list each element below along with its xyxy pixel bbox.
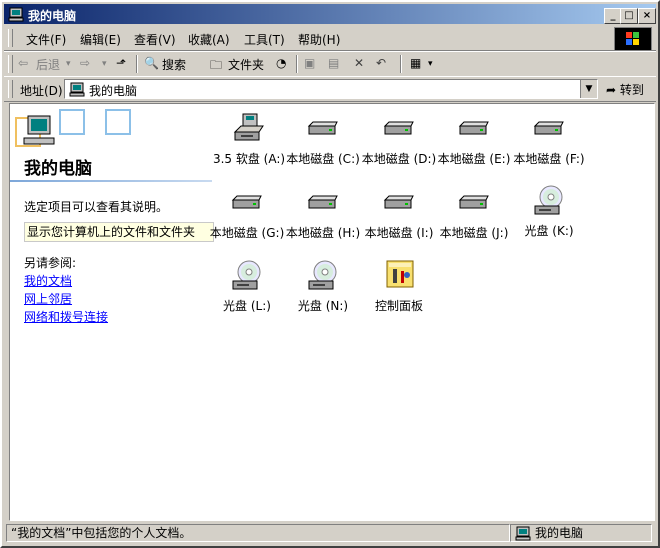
search-button[interactable]: 搜索 [162,56,186,73]
maximize-button[interactable]: □ [620,8,638,24]
views-dropdown-icon[interactable]: ▾ [428,59,433,69]
item-label: 本地磁盘 (F:) [513,152,585,166]
address-dropdown-button[interactable]: ▼ [580,80,597,98]
title-bar[interactable]: 我的电脑 _ □ × [4,4,656,24]
folders-button[interactable]: 文件夹 [228,56,264,73]
status-message: “我的文档”中包括您的个人文档。 [6,524,510,542]
window: 我的电脑 _ □ × 文件(F) 编辑(E) 查看(V) 收藏(A) 工具(T)… [0,0,660,548]
back-dropdown-icon[interactable]: ▾ [66,59,71,69]
search-icon[interactable]: 🔍 [144,56,159,70]
back-button[interactable]: 后退 [36,56,60,73]
computer-icon [8,7,24,22]
menu-tools[interactable]: 工具(T) [244,31,285,48]
go-arrow-icon: ➦ [606,83,617,97]
menu-edit[interactable]: 编辑(E) [80,31,121,48]
menu-grip[interactable] [8,29,13,47]
close-button[interactable]: × [638,8,656,24]
toolbar-separator [136,55,138,73]
content-area: 我的电脑 选定项目可以查看其说明。 显示您计算机上的文件和文件夹 另请参阅: 我… [9,103,655,521]
hard-drive-icon [307,121,338,135]
forward-arrow-icon[interactable]: ⇨ [80,56,90,70]
pane-title: 我的电脑 [24,159,92,179]
item-label: 光盘 (K:) [524,224,574,238]
control-panel[interactable]: 控制面板 [353,259,445,319]
back-arrow-icon[interactable]: ⇦ [18,56,28,70]
cd-drive-icon [534,185,563,215]
up-folder-icon[interactable]: ⬏ [116,56,126,70]
status-zone-label: 我的电脑 [535,526,584,540]
drive-k[interactable]: 光盘 (K:) [503,184,595,244]
window-title: 我的电脑 [28,9,77,23]
floppy-drive-icon [233,113,264,141]
windows-logo-icon [614,27,652,51]
forward-dropdown-icon[interactable]: ▾ [102,59,107,69]
hard-drive-icon [458,195,489,209]
address-label: 地址(D) [20,84,63,98]
see-also-label: 另请参阅: [24,256,77,270]
drive-f[interactable]: 本地磁盘 (F:) [503,112,595,172]
go-label: 转到 [619,83,644,97]
toolbar-separator [400,55,402,73]
my-computer-banner-icon [15,109,131,147]
standard-toolbar: ⇦ 后退 ▾ ⇨ ▾ ⬏ 🔍 搜索 🗀 文件夹 ◔ ▣ ▤ ✕ ↶ ▦ ▾ [4,51,656,77]
info-pane: 我的电脑 选定项目可以查看其说明。 显示您计算机上的文件和文件夹 另请参阅: 我… [10,104,215,520]
control-panel-icon [386,260,414,288]
link-dialup-connections[interactable]: 网络和拨号连接 [24,308,108,325]
menu-help[interactable]: 帮助(H) [298,31,340,48]
menu-file[interactable]: 文件(F) [26,31,66,48]
menu-bar: 文件(F) 编辑(E) 查看(V) 收藏(A) 工具(T) 帮助(H) [4,26,656,51]
hard-drive-icon [458,121,489,135]
address-value: 我的电脑 [89,84,138,98]
computer-icon [69,82,85,97]
toolbar-separator [296,55,298,73]
move-to-icon[interactable]: ▣ [304,56,315,70]
cd-drive-icon [232,260,261,290]
menu-view[interactable]: 查看(V) [134,31,176,48]
copy-to-icon[interactable]: ▤ [328,56,339,70]
hard-drive-icon [383,195,414,209]
toolbar-grip[interactable] [8,55,13,73]
folders-icon[interactable]: 🗀 [210,56,222,77]
hard-drive-icon [231,195,262,209]
selection-tip: 显示您计算机上的文件和文件夹 [24,222,214,242]
hard-drive-icon [533,121,564,135]
pane-divider [10,180,212,182]
address-bar: 地址(D) 我的电脑 ▼ ➦ 转到 [4,76,656,102]
menu-favorites[interactable]: 收藏(A) [188,31,230,48]
undo-icon[interactable]: ↶ [376,56,386,70]
status-zone: 我的电脑 [510,524,652,542]
status-bar: “我的文档”中包括您的个人文档。 我的电脑 [4,523,656,543]
address-grip[interactable] [8,80,13,98]
link-my-documents[interactable]: 我的文档 [24,272,72,289]
cd-drive-icon [308,260,337,290]
history-icon[interactable]: ◔ [276,56,286,70]
link-network-places[interactable]: 网上邻居 [24,290,72,307]
address-input[interactable]: 我的电脑 ▼ [64,79,598,99]
computer-icon [515,526,531,541]
delete-icon[interactable]: ✕ [354,56,364,70]
item-label: 控制面板 [374,299,423,313]
hard-drive-icon [383,121,414,135]
views-icon[interactable]: ▦ [410,56,421,70]
pane-description: 选定项目可以查看其说明。 [24,200,169,214]
go-button[interactable]: ➦ 转到 [606,81,644,98]
hard-drive-icon [307,195,338,209]
